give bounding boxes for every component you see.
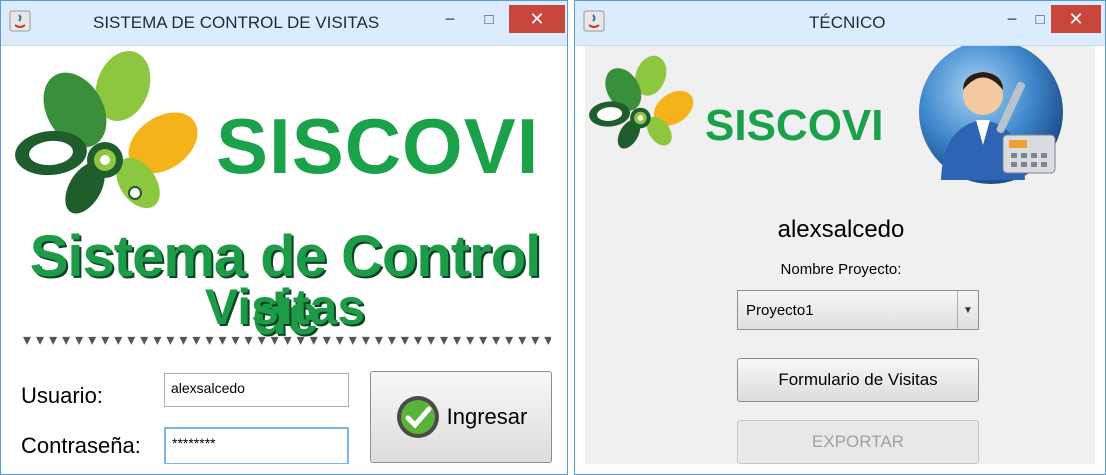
usuario-label: Usuario: (21, 383, 103, 408)
usuario-input[interactable]: alexsalcedo (164, 373, 349, 407)
login-titlebar[interactable]: SISTEMA DE CONTROL DE VISITAS − □ ✕ (1, 1, 567, 46)
login-content: SISCOVI Sistema de Control de Visitas ▾▾… (11, 46, 557, 464)
close-button[interactable]: ✕ (1051, 5, 1101, 33)
dotted-divider: ▾▾▾▾▾▾▾▾▾▾▾▾▾▾▾▾▾▾▾▾▾▾▾▾▾▾▾▾▾▾▾▾▾▾▾▾▾▾▾▾… (23, 332, 551, 349)
maximize-button[interactable]: □ (472, 5, 506, 33)
chevron-down-icon[interactable]: ▼ (957, 291, 978, 329)
leaf-logo-icon (589, 55, 694, 149)
checkmark-icon (396, 396, 439, 438)
technician-icon (919, 46, 1063, 184)
username-label: alexsalcedo (777, 216, 905, 243)
minimize-button[interactable]: − (433, 5, 467, 33)
ingresar-label: Ingresar (446, 404, 528, 429)
contrasena-label: Contraseña: (21, 433, 141, 458)
proyecto-select[interactable]: Proyecto1 ▼ (737, 290, 979, 330)
ingresar-button[interactable]: Ingresar (370, 371, 552, 463)
system-subtitle-line2: Visitas (204, 279, 366, 335)
proyecto-selected-value: Proyecto1 (746, 302, 814, 319)
login-window: SISTEMA DE CONTROL DE VISITAS − □ ✕ SISC… (0, 0, 568, 475)
close-button[interactable]: ✕ (509, 5, 565, 33)
brand-title: SISCOVI (705, 101, 884, 150)
contrasena-input[interactable]: ******** (164, 427, 349, 464)
tecnico-window: TÉCNICO − □ ✕ SISCOVI alexsalcedo Nombre… (574, 0, 1106, 475)
nombre-proyecto-label: Nombre Proyecto: (780, 261, 902, 278)
java-app-icon (583, 10, 605, 32)
leaf-logo-icon (15, 51, 198, 214)
exportar-button: EXPORTAR (737, 420, 979, 464)
tecnico-titlebar[interactable]: TÉCNICO − □ ✕ (575, 1, 1105, 46)
java-app-icon (9, 10, 31, 32)
formulario-visitas-button[interactable]: Formulario de Visitas (737, 358, 979, 402)
window-title: SISTEMA DE CONTROL DE VISITAS (93, 13, 380, 32)
window-title: TÉCNICO (809, 13, 886, 32)
tecnico-content: SISCOVI alexsalcedo Nombre Proyecto: Pro… (585, 46, 1095, 464)
brand-title: SISCOVI (216, 102, 540, 190)
